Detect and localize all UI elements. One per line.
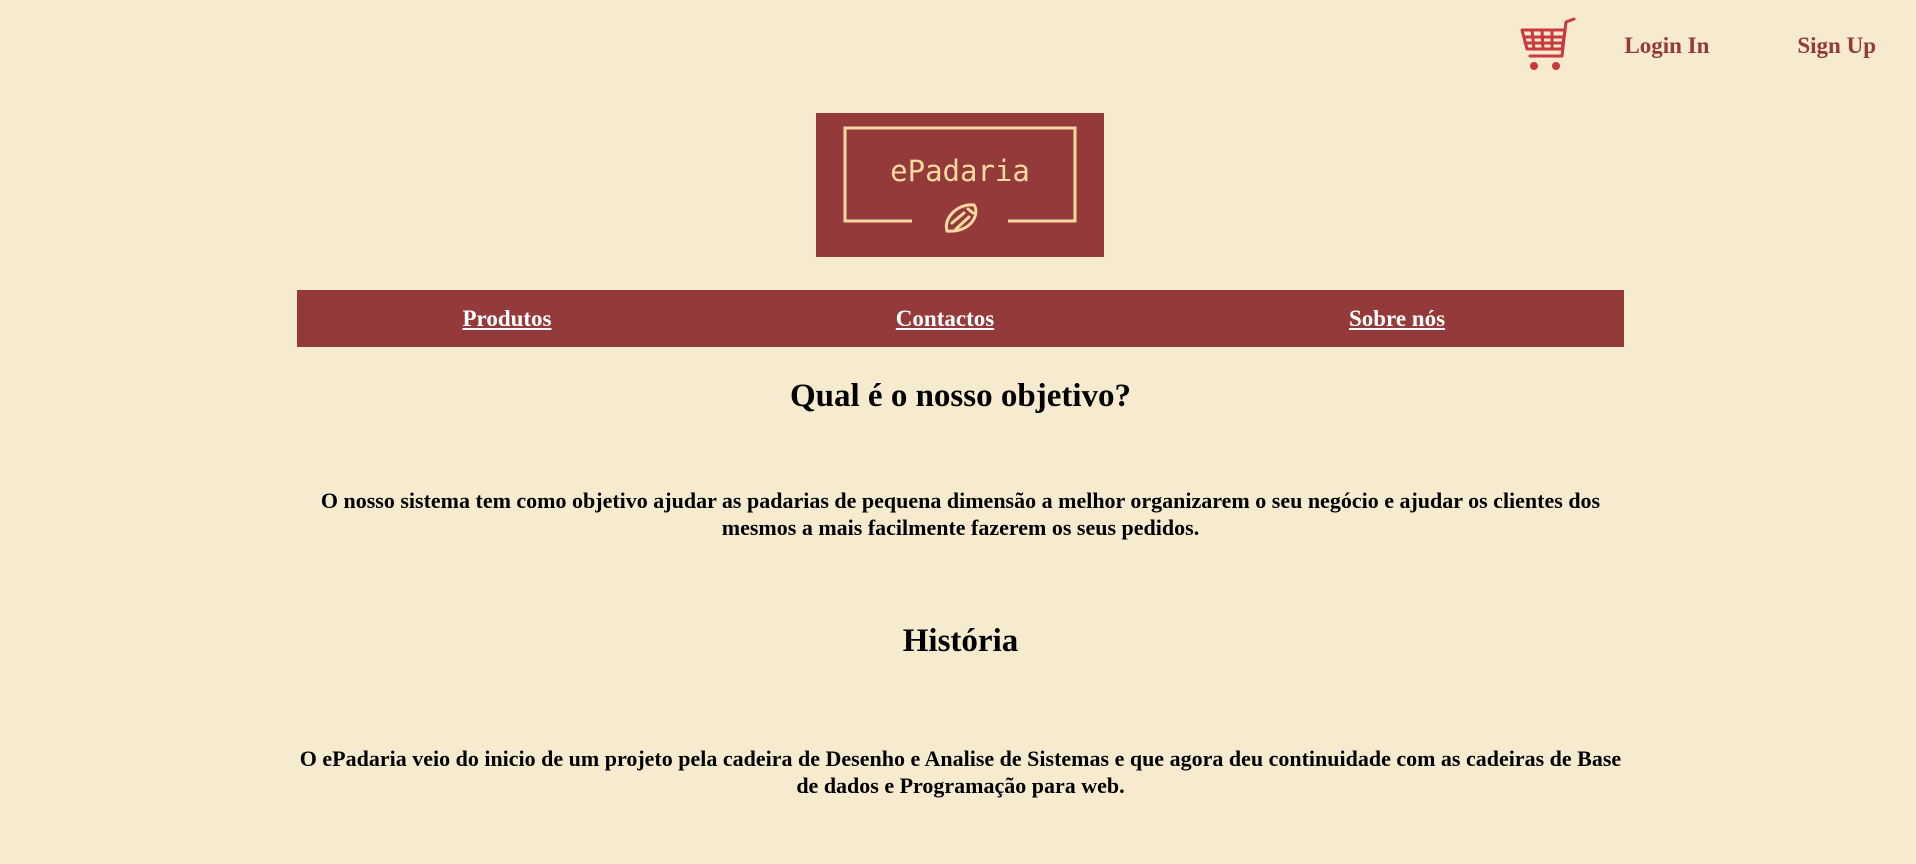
section-heading-objetivo: Qual é o nosso objetivo? [789, 378, 1132, 414]
logo-text: ePadaria [890, 154, 1030, 188]
nav-item-produtos[interactable]: Produtos [462, 290, 551, 347]
section-body-historia: O ePadaria veio do inicio de um projeto … [299, 746, 1622, 798]
croissant-icon [944, 203, 978, 233]
top-bar: Login In Sign Up [1518, 16, 1876, 76]
section-body-objetivo: O nosso sistema tem como objetivo ajudar… [320, 488, 1601, 540]
nav-item-contactos[interactable]: Contactos [896, 290, 994, 347]
section-heading-historia: História [902, 623, 1019, 659]
main-nav: Produtos Contactos Sobre nós [297, 290, 1624, 347]
signup-link[interactable]: Sign Up [1797, 33, 1876, 59]
logo[interactable]: ePadaria [816, 113, 1104, 257]
login-link[interactable]: Login In [1624, 33, 1709, 59]
shopping-cart-icon[interactable] [1518, 16, 1578, 76]
nav-item-sobre-nos[interactable]: Sobre nós [1349, 290, 1445, 347]
page: Login In Sign Up ePadaria Produtos Conta… [0, 0, 1916, 864]
